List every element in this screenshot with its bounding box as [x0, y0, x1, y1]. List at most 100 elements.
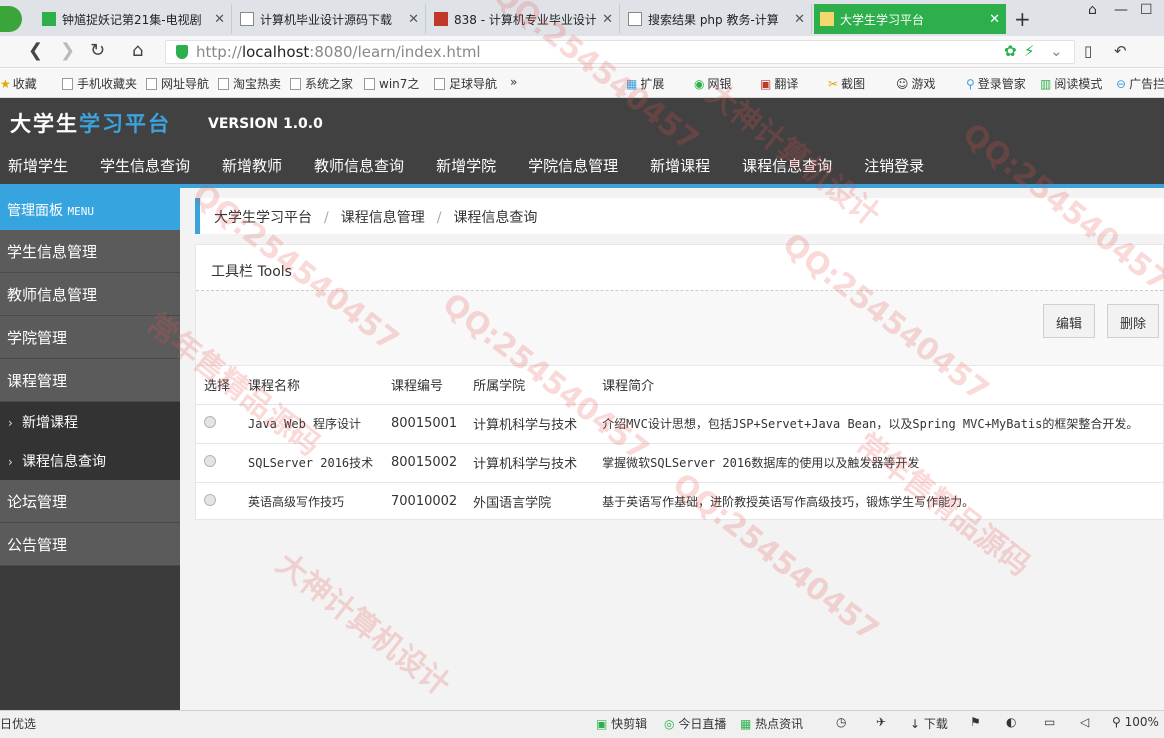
main-content: 大学生学习平台 / 课程信息管理 / 课程信息查询 工具栏 Tools 编辑 删除 选择…: [180, 188, 1164, 710]
status-live[interactable]: ◎ 今日直播: [664, 715, 726, 732]
bookmark-win7[interactable]: win7之: [364, 75, 419, 92]
translate-button[interactable]: ▣ 翻译: [760, 75, 798, 92]
nav-course-query[interactable]: 课程信息查询: [742, 150, 832, 182]
course-name: Java Web 程序设计: [240, 403, 383, 443]
close-icon[interactable]: ✕: [214, 12, 225, 27]
table-row[interactable]: SQLServer 2016技术 80015002 计算机科学与技术 掌握微软S…: [196, 442, 1164, 482]
games-button[interactable]: ☺ 游戏: [896, 75, 936, 92]
nav-teacher-query[interactable]: 教师信息查询: [314, 150, 404, 182]
extensions-button[interactable]: ▦ 扩展: [626, 75, 664, 92]
toolbar-title: 工具栏 Tools: [196, 245, 1163, 291]
bookmark-football[interactable]: 足球导航: [434, 75, 497, 92]
bookmark-more[interactable]: »: [510, 75, 517, 89]
bookmark-system[interactable]: 系统之家: [290, 75, 353, 92]
forward-icon[interactable]: ❯: [60, 40, 75, 61]
radio-button[interactable]: [204, 415, 216, 428]
skin-icon[interactable]: ⌂: [1088, 2, 1097, 18]
bookmark-taobao[interactable]: 淘宝热卖: [218, 75, 281, 92]
sidebar-item-college[interactable]: 学院管理: [0, 316, 180, 359]
app-header: 大学生学习平台 VERSION 1.0.0 新增学生 学生信息查询 新增教师 教…: [0, 98, 1164, 188]
browser-tab[interactable]: 计算机毕业设计源码下载 ✕: [234, 4, 426, 34]
chevron-down-icon[interactable]: ⌄: [1050, 42, 1063, 60]
bookmark-nav[interactable]: 网址导航: [146, 75, 209, 92]
sidebar-subitem-course-query[interactable]: › 课程信息查询: [0, 441, 180, 480]
sidebar-subitem-add-course[interactable]: › 新增课程: [0, 402, 180, 441]
tab-favicon-icon: [434, 12, 448, 26]
status-quick-edit[interactable]: ▣ 快剪辑: [596, 715, 647, 732]
breadcrumb-home[interactable]: 大学生学习平台: [214, 210, 312, 226]
nav-add-teacher[interactable]: 新增教师: [222, 150, 282, 182]
reading-mode-button[interactable]: ▥ 阅读模式: [1040, 75, 1102, 92]
new-tab-icon[interactable]: +: [1014, 7, 1031, 31]
back-icon[interactable]: ❮: [28, 40, 43, 61]
url-input[interactable]: http://localhost:8080/learn/index.html: [165, 40, 1075, 64]
row-select[interactable]: [196, 481, 240, 521]
security-shield-icon: [176, 45, 188, 59]
minimize-icon[interactable]: —: [1114, 2, 1128, 18]
sidebar-item-student[interactable]: 学生信息管理: [0, 230, 180, 273]
status-download[interactable]: ↓ 下载: [910, 715, 948, 732]
breadcrumb: 大学生学习平台 / 课程信息管理 / 课程信息查询: [195, 198, 1164, 234]
url-text: http://localhost:8080/learn/index.html: [196, 43, 481, 61]
browser-tab-strip: 钟馗捉妖记第21集-电视剧 ✕ 计算机毕业设计源码下载 ✕ 838 - 计算机专…: [0, 0, 1164, 36]
nav-student-query[interactable]: 学生信息查询: [100, 150, 190, 182]
close-icon[interactable]: ✕: [989, 12, 1000, 27]
maximize-icon[interactable]: ☐: [1140, 2, 1153, 18]
speed-icon[interactable]: ✿: [1004, 42, 1017, 60]
screenshot-button[interactable]: ✂ 截图: [828, 75, 865, 92]
tab-favicon-icon: [240, 12, 254, 26]
browser-status-bar: 日优选 ▣ 快剪辑 ◎ 今日直播 ▦ 热点资讯 ◷ ✈ ↓ 下载 ⚑ ◐ ▭ ◁…: [0, 710, 1164, 738]
course-college: 计算机科学与技术: [465, 442, 595, 482]
close-icon[interactable]: ✕: [408, 12, 419, 27]
phone-icon[interactable]: ▯: [1084, 42, 1092, 60]
radio-button[interactable]: [204, 454, 216, 467]
breadcrumb-section[interactable]: 课程信息管理: [341, 210, 425, 226]
browser-tab[interactable]: 搜索结果 php 教务-计算 ✕: [622, 4, 812, 34]
course-table: 选择 课程名称 课程编号 所属学院 课程简介 Java Web 程序设计 800…: [196, 366, 1164, 521]
course-desc: 基于英语写作基础，进阶教授英语写作高级技巧，锻炼学生写作能力。: [594, 481, 1164, 521]
close-icon[interactable]: ✕: [794, 12, 805, 27]
sidebar-item-notice[interactable]: 公告管理: [0, 523, 180, 566]
row-select[interactable]: [196, 403, 240, 443]
nav-add-college[interactable]: 新增学院: [436, 150, 496, 182]
login-manager-button[interactable]: ⚲ 登录管家: [966, 75, 1026, 92]
row-select[interactable]: [196, 442, 240, 482]
sidebar-item-forum[interactable]: 论坛管理: [0, 480, 180, 523]
bookmark-mobile[interactable]: 手机收藏夹: [62, 75, 137, 92]
status-history-icon[interactable]: ◷: [836, 715, 846, 729]
bank-button[interactable]: ◉ 网银: [694, 75, 732, 92]
lightning-icon[interactable]: ⚡: [1024, 42, 1035, 60]
column-header: 课程名称: [248, 379, 301, 395]
status-volume-icon[interactable]: ◁: [1080, 715, 1089, 729]
column-header: 课程简介: [602, 379, 655, 395]
adblock-button[interactable]: ⊖ 广告拦: [1116, 75, 1164, 92]
radio-button[interactable]: [204, 493, 216, 506]
bookmark-favorites[interactable]: ★ 收藏: [0, 75, 37, 92]
status-flag-icon[interactable]: ⚑: [970, 715, 981, 729]
browser-tab[interactable]: 838 - 计算机专业毕业设计 ✕: [428, 4, 620, 34]
status-left[interactable]: 日优选: [0, 715, 36, 732]
edit-button[interactable]: 编辑: [1043, 304, 1096, 338]
chevron-right-icon: ›: [8, 416, 13, 430]
sidebar-item-teacher[interactable]: 教师信息管理: [0, 273, 180, 316]
browser-tab-active[interactable]: 大学生学习平台 ✕: [814, 4, 1006, 34]
home-icon[interactable]: ⌂: [132, 40, 143, 61]
nav-add-student[interactable]: 新增学生: [8, 150, 68, 182]
status-pin-icon[interactable]: ✈: [876, 715, 886, 729]
sidebar-item-course[interactable]: 课程管理: [0, 359, 180, 402]
status-window-icon[interactable]: ▭: [1044, 715, 1055, 729]
browser-tab[interactable]: 钟馗捉妖记第21集-电视剧 ✕: [36, 4, 232, 34]
nav-add-course[interactable]: 新增课程: [650, 150, 710, 182]
table-row[interactable]: Java Web 程序设计 80015001 计算机科学与技术 介绍MVC设计思…: [196, 403, 1164, 443]
course-college: 外国语言学院: [465, 481, 595, 521]
status-news[interactable]: ▦ 热点资讯: [740, 715, 803, 732]
delete-button[interactable]: 删除: [1107, 304, 1160, 338]
undo-icon[interactable]: ↶: [1114, 42, 1127, 60]
status-ie-icon[interactable]: ◐: [1006, 715, 1016, 729]
reload-icon[interactable]: ↻: [90, 40, 105, 61]
nav-college-manage[interactable]: 学院信息管理: [528, 150, 618, 182]
nav-logout[interactable]: 注销登录: [864, 150, 924, 182]
close-icon[interactable]: ✕: [602, 12, 613, 27]
status-zoom[interactable]: ⚲ 100%: [1112, 715, 1159, 729]
table-row[interactable]: 英语高级写作技巧 70010002 外国语言学院 基于英语写作基础，进阶教授英语…: [196, 481, 1164, 521]
